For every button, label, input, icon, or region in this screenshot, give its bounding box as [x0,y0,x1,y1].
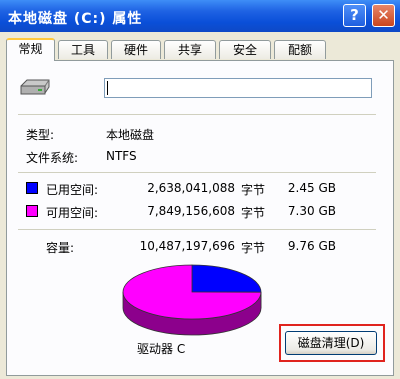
title-bar: 本地磁盘 (C:) 属性 ? ✕ [0,0,400,32]
separator-3 [18,229,376,230]
used-space-label: 已用空间: [46,183,99,197]
capacity-size: 9.76 GB [287,239,336,253]
free-space-label: 可用空间: [46,206,99,220]
used-space-size: 2.45 GB [287,181,336,195]
window-title: 本地磁盘 (C:) 属性 [8,11,143,27]
tab-hardware[interactable]: 硬件 [111,40,161,59]
help-button[interactable]: ? [343,4,366,27]
close-button[interactable]: ✕ [372,4,395,27]
free-space-size: 7.30 GB [287,204,336,218]
separator-1 [18,114,376,115]
capacity-bytes: 10,487,197,696 [139,239,235,253]
disk-usage-pie-chart [122,264,262,336]
drive-label: 驱动器 C [137,342,186,356]
tab-general[interactable]: 常规 [6,38,55,61]
capacity-unit: 字节 [241,241,266,255]
free-space-swatch [26,205,38,217]
used-space-unit: 字节 [241,183,266,197]
drive-name-input[interactable] [104,78,372,98]
free-space-unit: 字节 [241,206,266,220]
hard-drive-icon [20,79,50,95]
filesystem-label: 文件系统: [26,151,79,165]
help-icon: ? [350,6,359,24]
text-cursor [107,81,108,95]
tab-security[interactable]: 安全 [219,40,271,59]
separator-2 [18,172,376,173]
disk-cleanup-button[interactable]: 磁盘清理(D) [285,331,377,355]
type-label: 类型: [26,128,55,142]
used-space-swatch [26,182,38,194]
capacity-label: 容量: [46,241,75,255]
used-space-bytes: 2,638,041,088 [147,181,235,195]
filesystem-value: NTFS [106,149,137,163]
tab-sharing[interactable]: 共享 [164,40,216,59]
pie-slice-used [191,264,262,293]
close-icon: ✕ [377,6,390,24]
tab-quota[interactable]: 配额 [274,40,326,59]
free-space-bytes: 7,849,156,608 [147,204,235,218]
type-value: 本地磁盘 [106,128,155,142]
tab-tools[interactable]: 工具 [58,40,108,59]
